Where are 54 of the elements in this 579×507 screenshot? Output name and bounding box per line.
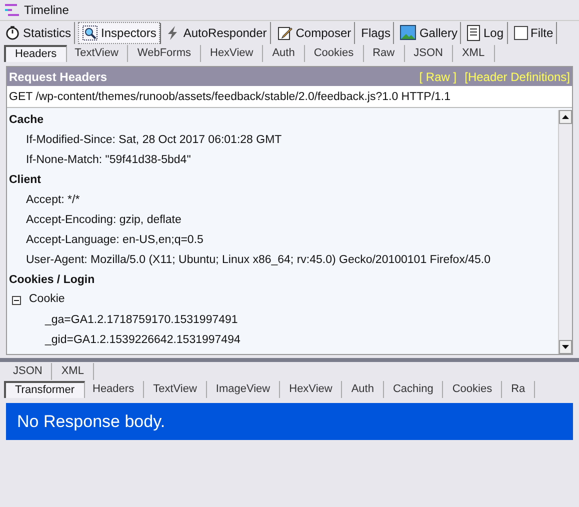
tab[interactable]: TextView	[66, 45, 128, 62]
scrollbar[interactable]	[558, 110, 572, 354]
timeline-icon	[4, 4, 20, 16]
landscape-icon	[400, 25, 416, 40]
tab[interactable]: Raw	[364, 45, 405, 62]
tab[interactable]: Filte	[510, 22, 558, 44]
tab[interactable]: Log	[464, 22, 508, 44]
tab[interactable]: Flags	[358, 22, 394, 44]
header-entry: User-Agent: Mozilla/5.0 (X11; Ubuntu; Linux x86_64; rv:45.0) Gecko/20100101 Firefox/45.0	[25, 253, 492, 268]
group-heading: Cache	[8, 113, 45, 128]
group-heading: Cookies / Login	[8, 273, 96, 288]
tab[interactable]: Auth	[342, 381, 384, 398]
tab[interactable]: XML	[52, 363, 94, 380]
header-entry: _gid=GA1.2.1539226642.1531997494	[44, 333, 242, 348]
tab[interactable]: Transformer	[4, 381, 84, 398]
tab[interactable]: Auth	[263, 45, 305, 62]
magnifier-icon	[82, 24, 98, 40]
scroll-down-icon[interactable]	[559, 340, 572, 354]
response-message: No Response body.	[17, 410, 166, 433]
tab[interactable]: Composer	[274, 22, 356, 44]
collapse-icon[interactable]	[12, 296, 21, 304]
tab[interactable]: HexView	[201, 45, 264, 62]
cookie-label: Cookie	[29, 292, 65, 308]
tab[interactable]: JSON	[404, 45, 453, 62]
header-entry: Accept: */*	[25, 193, 81, 208]
group-heading: Client	[8, 173, 42, 188]
tab[interactable]: WebForms	[128, 45, 201, 62]
tab[interactable]: Cookies	[443, 381, 502, 398]
header-entry: If-None-Match: "59f41d38-5bd4"	[25, 153, 192, 168]
header-entry: Accept-Encoding: gzip, deflate	[25, 213, 182, 228]
tab[interactable]: JSON	[4, 363, 52, 380]
panel-title: Request Headers	[9, 68, 108, 86]
tab[interactable]: Caching	[384, 381, 444, 398]
document-icon	[467, 24, 480, 40]
pencil-note-icon	[276, 24, 293, 40]
tab[interactable]: HexView	[280, 381, 342, 398]
tab[interactable]: XML	[452, 45, 495, 62]
tab[interactable]: Gallery	[397, 22, 462, 44]
tab[interactable]: TextView	[144, 381, 207, 398]
tab[interactable]: Cookies	[304, 45, 364, 62]
checkbox-icon	[514, 26, 528, 40]
scroll-up-icon[interactable]	[559, 110, 572, 124]
tab[interactable]: AutoResponder	[163, 22, 271, 44]
stopwatch-icon	[5, 25, 20, 40]
tab[interactable]: ImageView	[206, 381, 280, 398]
header-entry: If-Modified-Since: Sat, 28 Oct 2017 06:01:28 GMT	[25, 133, 283, 148]
header-entry: _ga=GA1.2.1718759170.1531997491	[44, 313, 239, 328]
tab[interactable]: Headers	[84, 381, 144, 398]
header-entry: Accept-Language: en-US,en;q=0.5	[25, 233, 204, 248]
tab[interactable]: Inspectors	[78, 22, 160, 44]
tab[interactable]: Headers	[4, 45, 67, 62]
tab[interactable]: Ra	[502, 381, 536, 398]
timeline-title: Timeline	[24, 2, 69, 19]
tab[interactable]: Statistics	[2, 22, 76, 44]
